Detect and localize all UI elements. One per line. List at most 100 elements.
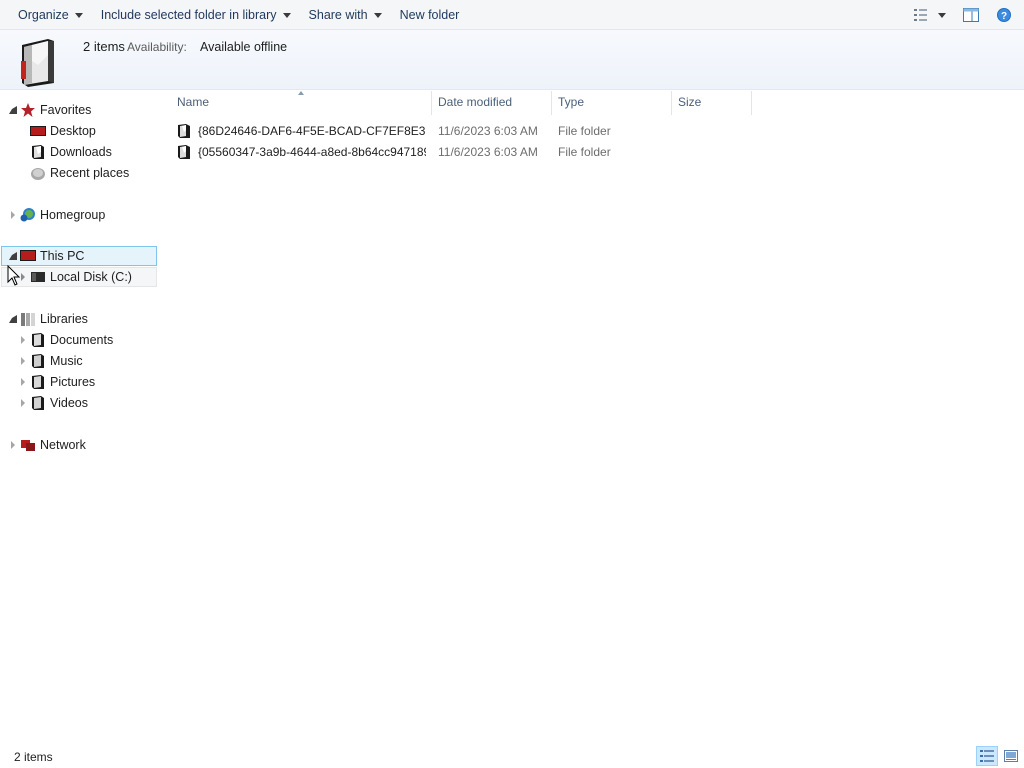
navigation-pane: Favorites Desktop Downloads Recent place… xyxy=(0,91,158,736)
nav-videos-label: Videos xyxy=(50,396,88,410)
star-icon xyxy=(21,103,35,117)
nav-favorites[interactable]: Favorites xyxy=(8,100,91,120)
chevron-down-icon xyxy=(74,12,83,18)
collapse-libraries[interactable] xyxy=(8,309,18,329)
nav-libraries[interactable]: Libraries xyxy=(8,309,88,329)
expand-homegroup[interactable] xyxy=(8,205,18,225)
nav-this-pc[interactable]: This PC xyxy=(1,246,157,266)
chevron-down-icon xyxy=(282,12,291,18)
expand-pictures[interactable] xyxy=(18,372,28,392)
downloads-icon xyxy=(32,145,44,159)
nav-downloads-label: Downloads xyxy=(50,145,112,159)
music-icon xyxy=(32,354,44,368)
column-size-label: Size xyxy=(678,95,702,109)
expand-network[interactable] xyxy=(8,435,18,455)
file-name: {86D24646-DAF6-4F5E-BCAD-CF7EF8E36... xyxy=(198,124,426,138)
preview-pane-icon xyxy=(963,8,979,22)
status-bar: 2 items xyxy=(0,744,1024,768)
nav-homegroup[interactable]: Homegroup xyxy=(8,205,105,225)
nav-videos[interactable]: Videos xyxy=(18,393,88,413)
nav-network[interactable]: Network xyxy=(8,435,86,455)
nav-local-disk[interactable]: Local Disk (C:) xyxy=(1,267,157,287)
column-type-label: Type xyxy=(558,95,585,109)
column-header-type[interactable]: Type xyxy=(552,91,672,113)
file-type: File folder xyxy=(558,145,611,159)
file-name: {05560347-3a9b-4644-a8ed-8b64cc947189} xyxy=(198,145,426,159)
preview-pane-button[interactable] xyxy=(958,0,984,30)
share-with-label: Share with xyxy=(308,7,368,22)
network-icon xyxy=(21,440,35,451)
recent-places-icon xyxy=(31,168,45,180)
toolbar-right-group: ? xyxy=(906,0,1024,30)
new-folder-label: New folder xyxy=(399,7,460,22)
availability-label: Availability: xyxy=(127,40,187,54)
nav-libraries-label: Libraries xyxy=(40,312,88,326)
computer-icon xyxy=(20,250,36,261)
videos-icon xyxy=(32,396,44,410)
expand-music[interactable] xyxy=(18,351,28,371)
file-type: File folder xyxy=(558,124,611,138)
item-count: 2 items xyxy=(83,39,125,54)
organize-button[interactable]: Organize xyxy=(0,0,92,30)
folder-large-icon xyxy=(21,39,54,87)
nav-documents[interactable]: Documents xyxy=(18,330,113,350)
chevron-down-icon xyxy=(937,13,946,18)
organize-label: Organize xyxy=(18,7,69,22)
help-icon: ? xyxy=(997,8,1011,22)
folder-icon xyxy=(178,145,190,159)
expand-videos[interactable] xyxy=(18,393,28,413)
status-item-count: 2 items xyxy=(14,750,53,764)
folder-icon xyxy=(178,124,190,138)
collapse-this-pc[interactable] xyxy=(8,246,18,266)
nav-recent-places[interactable]: Recent places xyxy=(28,163,129,183)
nav-music[interactable]: Music xyxy=(18,351,83,371)
large-icons-view-button[interactable] xyxy=(1000,746,1022,766)
new-folder-button[interactable]: New folder xyxy=(391,0,469,30)
homegroup-icon xyxy=(20,208,35,222)
expand-documents[interactable] xyxy=(18,330,28,350)
nav-recent-places-label: Recent places xyxy=(50,166,130,180)
expand-favorites[interactable] xyxy=(8,100,18,120)
column-divider[interactable] xyxy=(751,91,752,115)
documents-icon xyxy=(32,333,44,347)
large-icons-view-icon xyxy=(1004,750,1018,762)
drive-icon xyxy=(31,272,45,282)
details-view-button[interactable] xyxy=(976,746,998,766)
table-row[interactable]: {86D24646-DAF6-4F5E-BCAD-CF7EF8E36... 11… xyxy=(174,121,754,141)
nav-pictures[interactable]: Pictures xyxy=(18,372,95,392)
details-pane: 2 items Availability: Available offline xyxy=(0,30,1024,90)
svg-text:?: ? xyxy=(1001,11,1007,22)
chevron-down-icon xyxy=(373,12,382,18)
table-row[interactable]: {05560347-3a9b-4644-a8ed-8b64cc947189} 1… xyxy=(174,142,754,162)
mouse-cursor-icon xyxy=(7,265,21,286)
view-options-button[interactable] xyxy=(906,0,952,30)
help-button[interactable]: ? xyxy=(984,0,1024,30)
column-header-size[interactable]: Size xyxy=(672,91,752,113)
nav-documents-label: Documents xyxy=(50,333,114,347)
column-name-label: Name xyxy=(177,95,210,109)
view-options-icon xyxy=(913,9,927,21)
column-header-name[interactable]: Name xyxy=(171,91,431,113)
nav-this-pc-label: This PC xyxy=(40,249,85,263)
file-date: 11/6/2023 6:03 AM xyxy=(438,145,538,159)
pictures-icon xyxy=(32,375,44,389)
nav-desktop[interactable]: Desktop xyxy=(28,121,96,141)
nav-downloads[interactable]: Downloads xyxy=(28,142,112,162)
libraries-icon xyxy=(21,313,35,326)
column-header-date[interactable]: Date modified xyxy=(432,91,552,113)
command-bar: Organize Include selected folder in libr… xyxy=(0,0,1024,30)
file-list: Name Date modified Type Size {86D24646-D… xyxy=(160,91,1024,736)
file-date: 11/6/2023 6:03 AM xyxy=(438,124,538,138)
nav-music-label: Music xyxy=(50,354,83,368)
nav-local-disk-label: Local Disk (C:) xyxy=(50,270,132,284)
nav-pictures-label: Pictures xyxy=(50,375,96,389)
desktop-icon xyxy=(30,126,46,136)
column-date-label: Date modified xyxy=(438,95,513,109)
include-in-library-button[interactable]: Include selected folder in library xyxy=(92,0,300,30)
include-in-library-label: Include selected folder in library xyxy=(100,7,277,22)
nav-homegroup-label: Homegroup xyxy=(40,208,106,222)
details-view-icon xyxy=(980,750,994,762)
availability-value: Available offline xyxy=(200,40,288,54)
share-with-button[interactable]: Share with xyxy=(300,0,391,30)
nav-favorites-label: Favorites xyxy=(40,103,92,117)
